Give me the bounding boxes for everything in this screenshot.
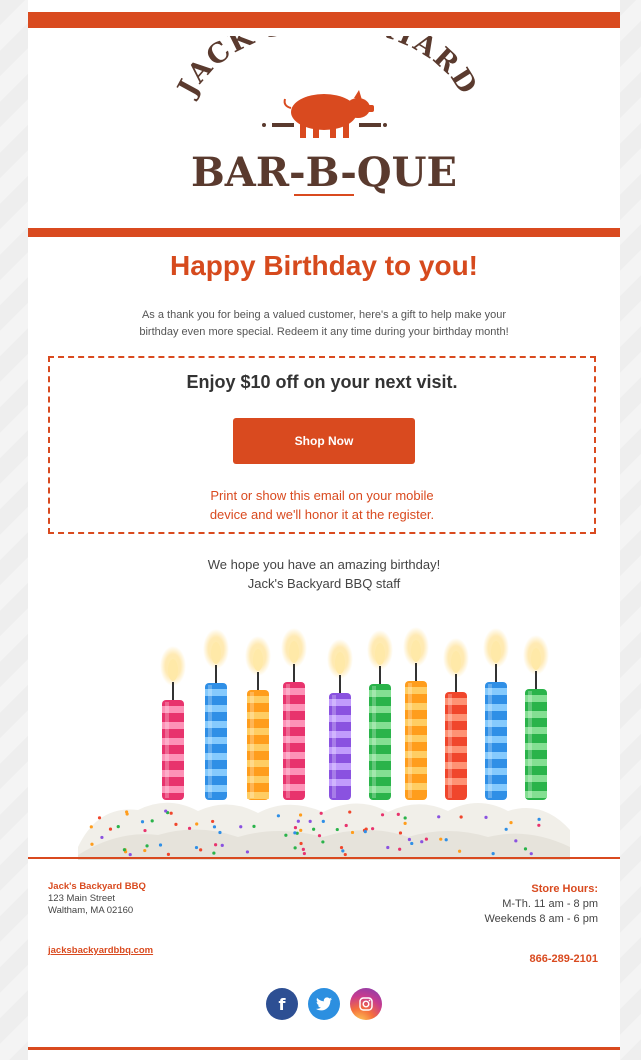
candle <box>367 630 393 800</box>
twitter-icon[interactable] <box>308 988 340 1020</box>
intro-text: As a thank you for being a valued custom… <box>68 307 580 341</box>
instagram-icon[interactable] <box>350 988 382 1020</box>
closing-message: We hope you have an amazing birthday! Ja… <box>28 555 620 593</box>
closing-line-1: We hope you have an amazing birthday! <box>207 557 441 572</box>
bottom-accent-bar <box>28 1047 620 1050</box>
candle <box>160 646 186 800</box>
coupon-box: Enjoy $10 off on your next visit. Shop N… <box>48 356 596 534</box>
logo-bbq-text: BAR-B-QUE <box>191 149 457 196</box>
address-street: 123 Main Street <box>48 893 116 904</box>
intro-line-2: birthday even more special. Redeem it an… <box>139 326 509 338</box>
pig-icon <box>283 90 374 138</box>
company-name: Jack's Backyard BBQ <box>48 881 146 892</box>
candle <box>483 628 509 800</box>
store-hours: Store Hours: M-Th. 11 am - 8 pm Weekends… <box>484 882 598 927</box>
closing-line-2: Jack's Backyard BBQ staff <box>247 576 401 591</box>
shop-now-button[interactable]: Shop Now <box>233 418 415 464</box>
instagram-camera-icon <box>359 997 373 1011</box>
store-hours-weekend: Weekends 8 am - 6 pm <box>484 913 598 925</box>
store-address: Jack's Backyard BBQ 123 Main Street Walt… <box>48 881 146 917</box>
candle <box>403 627 429 800</box>
svg-text:JACK'S BACKYARD: JACK'S BACKYARD <box>171 36 484 103</box>
candle <box>281 628 307 800</box>
store-hours-weekday: M-Th. 11 am - 8 pm <box>502 898 598 910</box>
address-city: Waltham, MA 02160 <box>48 905 134 916</box>
coupon-note-line-1: Print or show this email on your mobile <box>210 488 434 503</box>
footer-divider-bar <box>28 857 620 859</box>
coupon-title: Enjoy $10 off on your next visit. <box>186 372 458 392</box>
coupon-note: Print or show this email on your mobile … <box>50 486 594 524</box>
birthday-candles-image <box>78 627 570 860</box>
candle <box>327 639 353 800</box>
social-links: f <box>28 988 620 1024</box>
candle <box>523 635 549 800</box>
coupon-note-line-2: device and we'll honor it at the registe… <box>209 507 435 522</box>
twitter-bird-icon <box>316 997 332 1011</box>
page-title: Happy Birthday to you! <box>169 250 478 281</box>
brand-logo[interactable]: JACK'S BACKYARD BAR-B-QUE <box>28 36 620 206</box>
logo-arc-text: JACK'S BACKYARD <box>171 36 482 103</box>
website-link[interactable]: jacksbackyardbbq.com <box>48 945 153 956</box>
candle <box>245 636 271 800</box>
header-divider-bar <box>28 228 620 237</box>
top-accent-bar <box>28 12 620 28</box>
email-container: JACK'S BACKYARD BAR-B-QUE Happy Birthday… <box>28 0 620 1060</box>
phone-number[interactable]: 866-289-2101 <box>529 953 598 965</box>
candle <box>203 629 229 800</box>
intro-line-1: As a thank you for being a valued custom… <box>141 309 507 321</box>
store-hours-title: Store Hours: <box>531 883 598 895</box>
candle <box>443 638 469 800</box>
facebook-icon[interactable]: f <box>266 988 298 1020</box>
